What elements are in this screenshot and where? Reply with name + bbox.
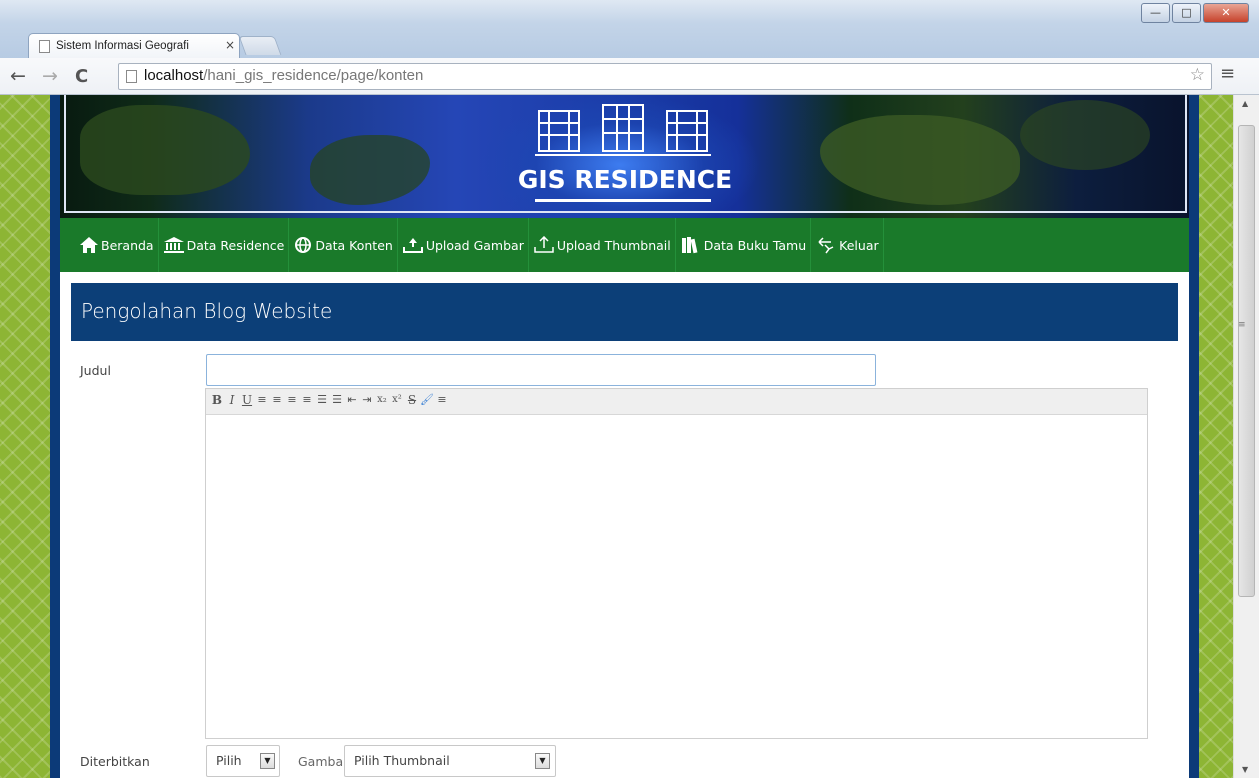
page-icon <box>39 40 50 53</box>
chevron-down-icon: ▼ <box>260 753 275 769</box>
main-navigation: Beranda Data Residence Data Konten Uploa… <box>60 218 1189 272</box>
ordered-list-button[interactable]: ☰ <box>315 392 329 408</box>
tab-title: Sistem Informasi Geografi <box>56 40 189 52</box>
nav-item-beranda[interactable]: Beranda <box>75 218 159 272</box>
nav-item-upload-gambar[interactable]: Upload Gambar <box>398 218 529 272</box>
panel-header: Pengolahan Blog Website <box>71 283 1178 341</box>
nav-item-data-konten[interactable]: Data Konten <box>289 218 398 272</box>
building-logo-icon <box>535 104 711 156</box>
nav-item-data-residence[interactable]: Data Residence <box>159 218 290 272</box>
title-underline <box>535 199 711 202</box>
gambar-label: Gambar <box>298 754 349 769</box>
maximize-button[interactable]: □ <box>1172 3 1201 23</box>
strikethrough-button[interactable]: S <box>405 392 419 408</box>
diterbitkan-value: Pilih <box>216 753 242 768</box>
url-text: localhost/hani_gis_residence/page/konten <box>144 67 423 84</box>
gambar-value: Pilih Thumbnail <box>354 753 450 768</box>
nav-item-label: Upload Thumbnail <box>556 237 671 253</box>
judul-input[interactable] <box>206 354 876 386</box>
nav-item-keluar[interactable]: Keluar <box>811 218 884 272</box>
browser-titlebar: Sistem Informasi Geografi × — □ ✕ <box>0 0 1259 59</box>
nav-item-label: Data Residence <box>186 237 285 253</box>
nav-item-label: Beranda <box>101 237 154 253</box>
nav-item-data-buku-tamu[interactable]: Data Buku Tamu <box>676 218 812 272</box>
nav-item-upload-thumbnail[interactable]: Upload Thumbnail <box>529 218 676 272</box>
bookmark-star-icon[interactable]: ☆ <box>1190 65 1205 85</box>
diterbitkan-label: Diterbitkan <box>80 754 150 769</box>
close-tab-icon[interactable]: × <box>225 38 235 52</box>
exit-icon <box>818 237 834 254</box>
unordered-list-button[interactable]: ☰ <box>330 392 344 408</box>
reload-icon[interactable]: C <box>75 66 88 87</box>
home-icon <box>80 237 98 253</box>
italic-button[interactable]: I <box>225 392 239 408</box>
address-bar[interactable]: localhost/hani_gis_residence/page/konten… <box>118 63 1212 90</box>
scroll-thumb[interactable] <box>1238 125 1255 597</box>
url-path: /hani_gis_residence/page/konten <box>203 67 424 84</box>
header-banner: GIS RESIDENCE <box>60 95 1189 218</box>
page-container: GIS RESIDENCE Beranda Data Residence Dat… <box>50 95 1199 778</box>
outdent-button[interactable]: ⇤ <box>345 392 359 408</box>
horizontal-rule-button[interactable]: ≡ <box>435 392 449 408</box>
nav-item-label: Keluar <box>839 237 879 253</box>
new-tab-button[interactable] <box>238 36 282 55</box>
nav-item-label: Data Buku Tamu <box>703 237 807 253</box>
content-editor[interactable]: B I U ≡ ≡ ≡ ≡ ☰ ☰ ⇤ ⇥ x₂ x² S 🖌 ≡ <box>205 388 1148 739</box>
indent-button[interactable]: ⇥ <box>360 392 374 408</box>
page-viewport: GIS RESIDENCE Beranda Data Residence Dat… <box>0 95 1233 778</box>
close-window-button[interactable]: ✕ <box>1203 3 1249 23</box>
upload-icon <box>534 236 554 253</box>
upload-cloud-icon <box>402 238 423 253</box>
page-scrollbar[interactable]: ▲ ≡ ▼ <box>1233 95 1259 778</box>
books-icon <box>681 237 698 254</box>
scroll-up-icon[interactable]: ▲ <box>1242 99 1248 108</box>
bold-button[interactable]: B <box>210 392 224 408</box>
superscript-button[interactable]: x² <box>390 392 404 408</box>
browser-menu-icon[interactable]: ≡ <box>1220 63 1235 84</box>
back-icon[interactable]: ← <box>10 65 26 87</box>
bank-icon <box>163 237 184 253</box>
globe-icon <box>295 237 312 253</box>
site-title: GIS RESIDENCE <box>517 165 733 194</box>
minimize-button[interactable]: — <box>1141 3 1170 23</box>
page-icon <box>126 70 137 83</box>
editor-toolbar: B I U ≡ ≡ ≡ ≡ ☰ ☰ ⇤ ⇥ x₂ x² S 🖌 ≡ <box>206 389 1147 415</box>
remove-format-icon[interactable]: 🖌 <box>420 392 434 408</box>
align-right-button[interactable]: ≡ <box>285 392 299 408</box>
subscript-button[interactable]: x₂ <box>375 392 389 408</box>
nav-item-label: Data Konten <box>315 237 393 253</box>
browser-toolbar: ← → C localhost/hani_gis_residence/page/… <box>0 58 1259 95</box>
judul-label: Judul <box>80 363 111 378</box>
gambar-select[interactable]: Pilih Thumbnail ▼ <box>344 745 556 777</box>
url-host: localhost <box>144 67 204 84</box>
window-controls: — □ ✕ <box>1139 3 1249 23</box>
panel-title: Pengolahan Blog Website <box>81 299 333 323</box>
diterbitkan-select[interactable]: Pilih ▼ <box>206 745 280 777</box>
scroll-down-icon[interactable]: ▼ <box>1242 765 1248 774</box>
nav-item-label: Upload Gambar <box>425 237 524 253</box>
align-left-button[interactable]: ≡ <box>255 392 269 408</box>
underline-button[interactable]: U <box>240 392 254 408</box>
align-center-button[interactable]: ≡ <box>270 392 284 408</box>
forward-icon[interactable]: → <box>42 65 58 87</box>
browser-tab-active[interactable]: Sistem Informasi Geografi × <box>28 33 240 59</box>
scroll-grip-icon: ≡ <box>1238 320 1246 330</box>
justify-button[interactable]: ≡ <box>300 392 314 408</box>
page-content: GIS RESIDENCE Beranda Data Residence Dat… <box>60 95 1189 778</box>
chevron-down-icon: ▼ <box>535 753 550 769</box>
